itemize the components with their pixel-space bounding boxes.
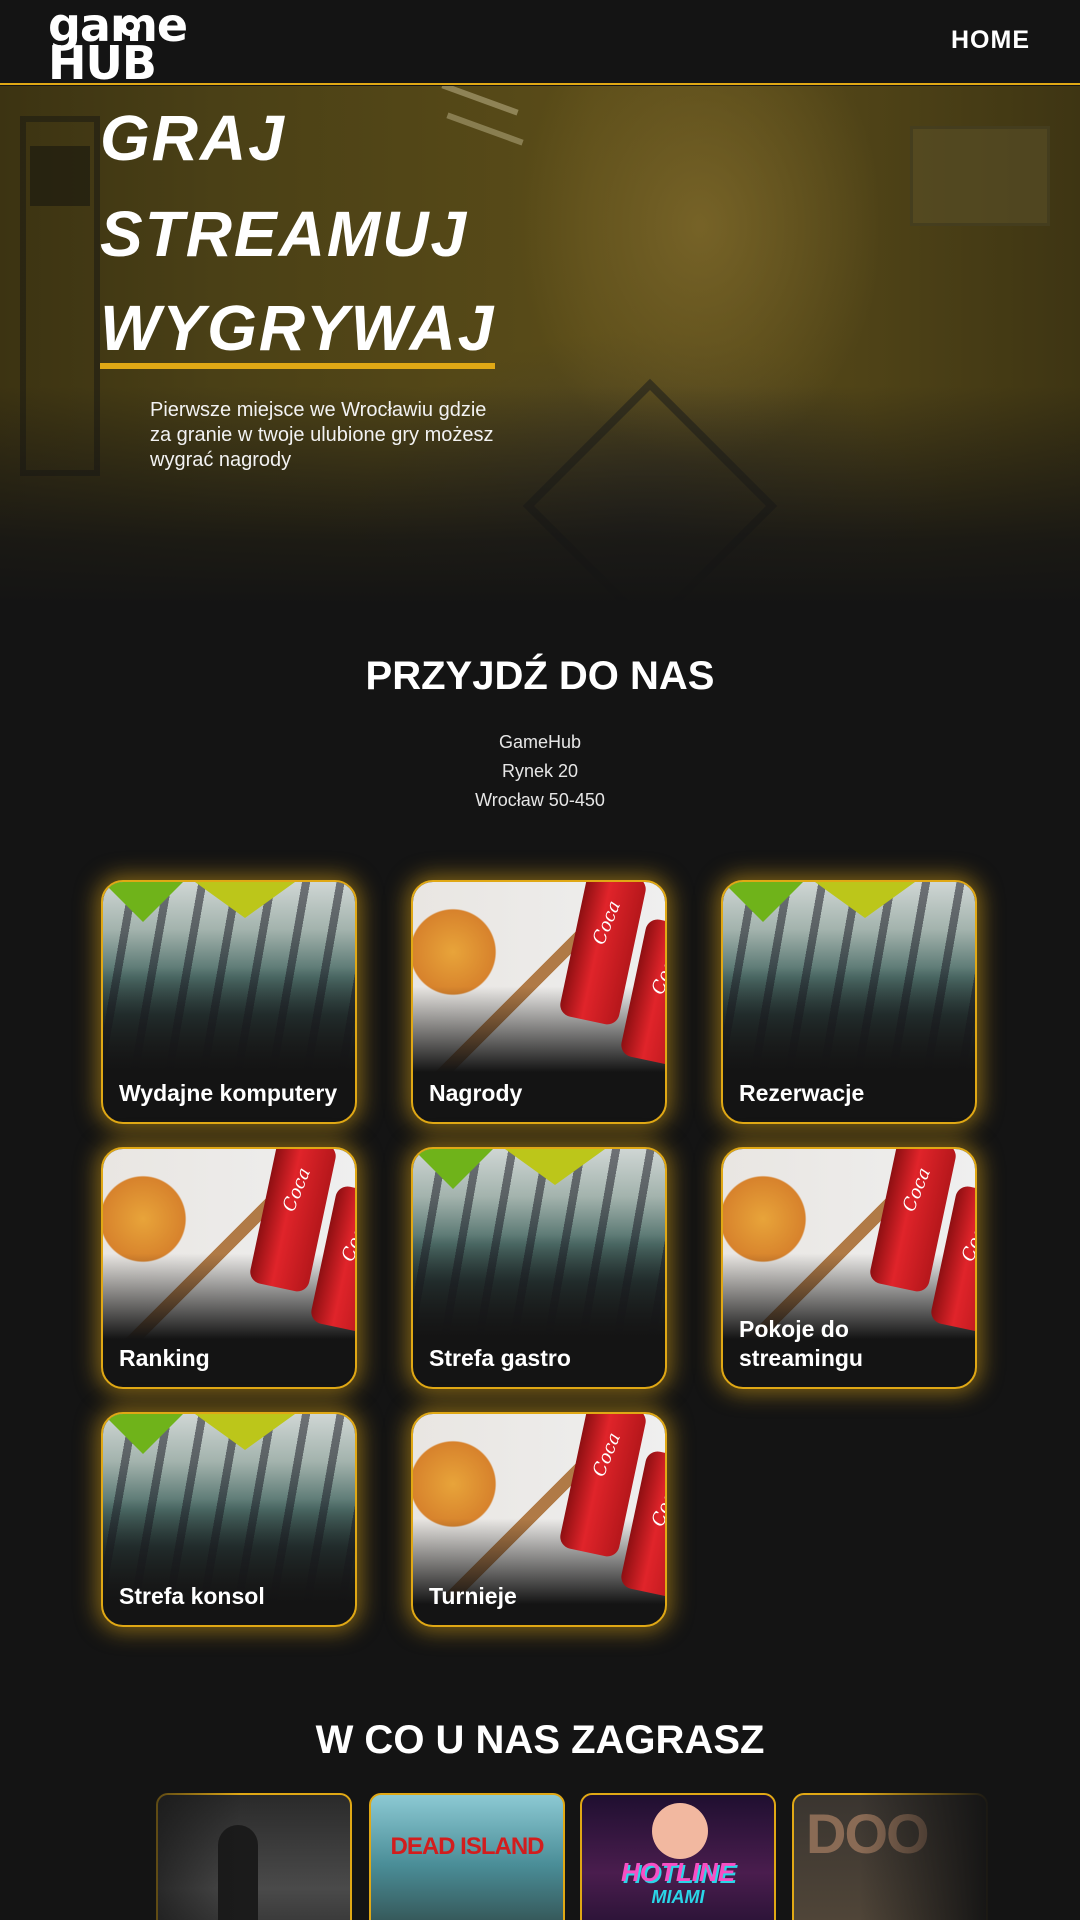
gamepad-icon — [120, 16, 140, 36]
feature-card-label: Turnieje — [429, 1583, 517, 1609]
feature-card-ranking[interactable]: Ranking — [101, 1147, 357, 1389]
pc-room-image — [103, 882, 355, 1072]
nav-home-link[interactable]: HOME — [951, 26, 1030, 55]
feature-card-label: Strefa konsol — [119, 1583, 265, 1609]
address-name: GameHub — [498, 732, 582, 752]
feature-card-label: Wydajne komputery — [119, 1080, 338, 1106]
feature-card-label: Strefa gastro — [429, 1345, 571, 1371]
feature-card-label: Pokoje do streamingu — [739, 1316, 863, 1371]
carousel-fade-left — [0, 1793, 240, 1920]
pizza-cola-image — [413, 1414, 665, 1604]
logo-text-hub: HUB — [48, 36, 157, 90]
hero-title-line-1: GRAJ — [100, 102, 286, 174]
game-cover-title: DEAD ISLAND — [390, 1833, 544, 1860]
address-city: Wrocław 50-450 — [475, 790, 605, 810]
pc-room-image — [413, 1149, 665, 1339]
game-cover-hotline-miami[interactable]: HOTLINE MIAMI — [580, 1793, 776, 1920]
feature-card-console-zone[interactable]: Strefa konsol — [101, 1412, 357, 1627]
feature-card-label: Rezerwacje — [739, 1080, 865, 1106]
games-heading: W CO U NAS ZAGRASZ — [315, 1718, 765, 1762]
feature-card-label: Nagrody — [429, 1080, 523, 1106]
feature-card-label: Ranking — [119, 1345, 210, 1371]
hero-title-line-3: WYGRYWAJ — [100, 290, 496, 369]
pizza-cola-image — [413, 882, 665, 1072]
hero-title-line-2: STREAMUJ — [100, 198, 469, 270]
hero-bg-box — [910, 126, 1050, 226]
location-heading: PRZYJDŹ DO NAS — [365, 654, 715, 698]
feature-card-reservations[interactable]: Rezerwacje — [721, 880, 977, 1124]
gamehub-logo[interactable]: game HUB — [48, 0, 198, 88]
address-street: Rynek 20 — [501, 761, 579, 781]
carousel-fade-right — [860, 1793, 1080, 1920]
feature-card-prizes[interactable]: Nagrody — [411, 880, 667, 1124]
hero-bg-shelf-box — [30, 146, 90, 206]
pizza-cola-image — [723, 1149, 975, 1339]
hero-bg-light — [446, 112, 524, 146]
hero-description: Pierwsze miejsce we Wrocławiu gdzie za g… — [150, 399, 494, 471]
game-cover-dead-island[interactable]: DEAD ISLAND — [369, 1793, 565, 1920]
feature-card-gastro[interactable]: Strefa gastro — [411, 1147, 667, 1389]
game-cover-subtitle: MIAMI — [651, 1887, 705, 1907]
site-header: game HUB HOME — [0, 0, 1080, 88]
hero-bg-light — [441, 86, 519, 116]
pc-room-image — [723, 882, 975, 1072]
feature-card-streaming-rooms[interactable]: Pokoje do streamingu — [721, 1147, 977, 1389]
pc-room-image — [103, 1414, 355, 1604]
hero-title-line-3-text: WYGRYWAJ — [100, 293, 496, 369]
feature-card-computers[interactable]: Wydajne komputery — [101, 880, 357, 1124]
games-carousel[interactable]: DEAD ISLAND HOTLINE MIAMI DOO — [0, 1793, 1080, 1920]
pizza-cola-image — [103, 1149, 355, 1339]
game-cover-title: HOTLINE — [620, 1857, 736, 1887]
feature-card-tournaments[interactable]: Turnieje — [411, 1412, 667, 1627]
